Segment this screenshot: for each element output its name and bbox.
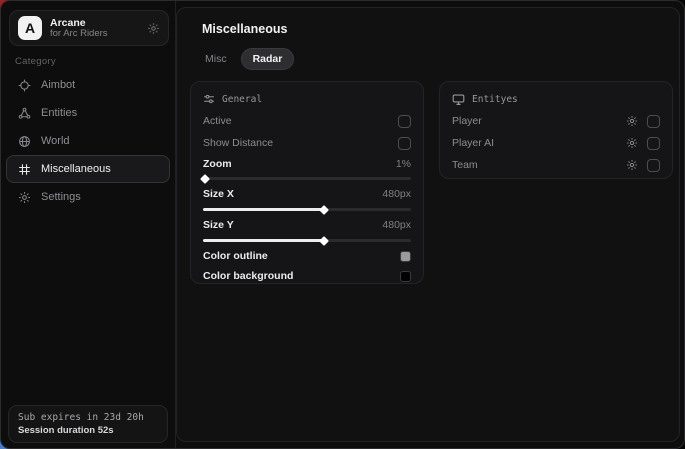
general-panel-title: General [222,94,262,105]
color-background-label: Color background [203,270,293,282]
entities-icon [18,107,31,120]
show-distance-checkbox[interactable] [398,137,411,150]
size-y-slider-thumb[interactable] [319,236,329,246]
color-background-row: Color background [203,266,411,286]
team-row: Team [452,154,660,176]
entities-panel-header: Entityes [452,88,660,110]
entities-panel: Entityes Player Player AI [439,81,673,179]
team-label: Team [452,159,478,171]
zoom-slider-thumb[interactable] [200,174,210,184]
size-y-label: Size Y [203,219,234,231]
sidebar-nav: Aimbot Entities World [6,71,170,211]
sub-expiry-text: Sub expires in 23d 20h [18,412,158,423]
zoom-row: Zoom 1% [203,154,411,173]
page-title: Miscellaneous [202,22,287,36]
general-panel: General Active Show Distance Zoom 1% [190,81,424,284]
globe-icon [18,135,31,148]
entities-panel-title: Entityes [472,94,518,105]
tab-bar: Misc Radar [193,48,294,70]
main-panel: Miscellaneous Misc Radar General Active [176,7,680,442]
sidebar-item-label: Entities [41,107,77,119]
tab-misc[interactable]: Misc [193,48,239,70]
sidebar-item-label: World [41,135,70,147]
player-ai-settings-gear-icon[interactable] [626,137,638,149]
player-label: Player [452,115,482,127]
app-window: A Arcane for Arc Riders Category [0,0,685,449]
show-distance-row: Show Distance [203,132,411,154]
brand-name: Arcane [50,17,147,29]
team-settings-gear-icon[interactable] [626,159,638,171]
brand-gear-icon[interactable] [147,22,160,35]
show-distance-label: Show Distance [203,137,273,149]
sidebar-item-world[interactable]: World [6,127,170,155]
zoom-label: Zoom [203,158,232,170]
size-x-value: 480px [382,188,411,200]
player-ai-row: Player AI [452,132,660,154]
tab-radar[interactable]: Radar [241,48,295,70]
player-row: Player [452,110,660,132]
player-settings-gear-icon[interactable] [626,115,638,127]
sidebar-item-label: Settings [41,191,81,203]
brand-card: A Arcane for Arc Riders [9,10,169,46]
size-y-row: Size Y 480px [203,215,411,235]
sidebar-item-miscellaneous[interactable]: Miscellaneous [6,155,170,183]
player-ai-label: Player AI [452,137,494,149]
player-ai-checkbox[interactable] [647,137,660,150]
crosshair-icon [18,79,31,92]
size-x-slider[interactable] [203,204,411,215]
color-outline-swatch[interactable] [400,251,411,262]
size-x-row: Size X 480px [203,184,411,204]
grid-icon [18,163,31,176]
size-y-slider[interactable] [203,235,411,246]
zoom-slider[interactable] [203,173,411,184]
size-x-slider-thumb[interactable] [319,205,329,215]
active-checkbox[interactable] [398,115,411,128]
sidebar-item-label: Miscellaneous [41,163,111,175]
color-outline-label: Color outline [203,250,268,262]
color-background-swatch[interactable] [400,271,411,282]
subscription-card: Sub expires in 23d 20h Session duration … [8,405,168,443]
player-checkbox[interactable] [647,115,660,128]
session-duration-text: Session duration 52s [18,425,158,436]
sliders-icon [203,93,215,105]
sidebar-item-settings[interactable]: Settings [6,183,170,211]
monitor-icon [452,93,465,106]
color-outline-row: Color outline [203,246,411,266]
active-label: Active [203,115,232,127]
brand-subtitle: for Arc Riders [50,29,147,40]
brand-logo: A [18,16,42,40]
active-row: Active [203,110,411,132]
sidebar: A Arcane for Arc Riders Category [1,1,176,448]
category-label: Category [15,56,56,67]
zoom-value: 1% [396,158,411,170]
sidebar-item-label: Aimbot [41,79,75,91]
size-x-label: Size X [203,188,234,200]
size-y-value: 480px [382,219,411,231]
sidebar-item-aimbot[interactable]: Aimbot [6,71,170,99]
gear-icon [18,191,31,204]
sidebar-item-entities[interactable]: Entities [6,99,170,127]
team-checkbox[interactable] [647,159,660,172]
general-panel-header: General [203,88,411,110]
